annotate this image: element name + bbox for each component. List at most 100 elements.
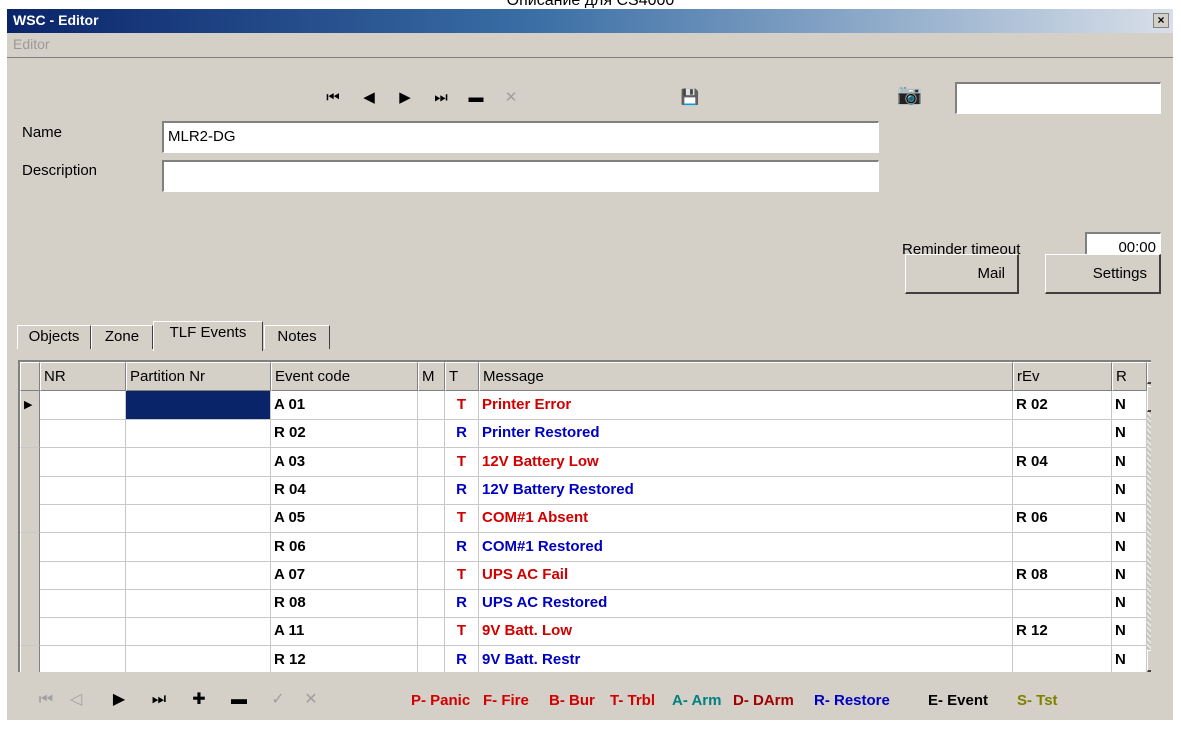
rev-cell[interactable] <box>1013 419 1112 449</box>
table-row[interactable]: A 07 T UPS AC Fail R 08 N <box>20 560 1147 590</box>
mail-button[interactable]: Mail <box>905 254 1019 294</box>
tab-objects[interactable]: Objects <box>17 325 91 349</box>
rev-cell[interactable] <box>1013 589 1112 619</box>
message-cell[interactable]: Printer Error <box>479 391 1013 420</box>
delete-record-button[interactable]: ▬ <box>463 88 489 108</box>
scroll-thumb[interactable] <box>1147 386 1151 412</box>
nr-cell[interactable] <box>40 447 126 477</box>
t-cell[interactable]: R <box>445 475 479 505</box>
partition-cell[interactable] <box>126 617 271 647</box>
message-cell[interactable]: 9V Batt. Restr <box>479 645 1013 672</box>
r-cell[interactable]: N <box>1112 560 1147 590</box>
rev-cell[interactable]: R 04 <box>1013 447 1112 477</box>
t-cell[interactable]: R <box>445 532 479 562</box>
t-cell[interactable]: R <box>445 419 479 449</box>
event-code-cell[interactable]: A 07 <box>271 560 418 590</box>
t-cell[interactable]: T <box>445 560 479 590</box>
nr-cell[interactable] <box>40 419 126 449</box>
partition-cell[interactable] <box>126 532 271 562</box>
t-cell[interactable]: R <box>445 645 479 672</box>
column-header-t[interactable]: T <box>445 362 479 391</box>
column-header-partition-nr[interactable]: Partition Nr <box>126 362 271 391</box>
r-cell[interactable]: N <box>1112 645 1147 672</box>
rev-cell[interactable]: R 06 <box>1013 504 1112 534</box>
event-code-cell[interactable]: A 05 <box>271 504 418 534</box>
m-cell[interactable] <box>418 589 445 619</box>
cancel-row-button[interactable]: ✕ <box>297 690 325 710</box>
description-field[interactable] <box>162 160 879 192</box>
event-code-cell[interactable]: A 11 <box>271 617 418 647</box>
prev-row-button[interactable]: ◁ <box>62 690 90 710</box>
table-row[interactable]: A 11 T 9V Batt. Low R 12 N <box>20 617 1147 647</box>
event-code-cell[interactable]: A 01 <box>271 391 418 420</box>
tab-zone[interactable]: Zone <box>91 325 153 349</box>
partition-cell[interactable] <box>126 560 271 590</box>
partition-cell[interactable] <box>126 391 271 420</box>
message-cell[interactable]: 9V Batt. Low <box>479 617 1013 647</box>
cancel-edit-button[interactable]: ✕ <box>498 88 524 108</box>
events-grid[interactable]: ▲ ▼ NRPartition NrEvent codeMTMessagerEv… <box>18 360 1151 672</box>
save-record-button[interactable]: 💾 <box>677 88 703 108</box>
event-code-cell[interactable]: R 02 <box>271 419 418 449</box>
message-cell[interactable]: COM#1 Restored <box>479 532 1013 562</box>
event-code-cell[interactable]: R 12 <box>271 645 418 672</box>
settings-button[interactable]: Settings <box>1045 254 1161 294</box>
event-code-cell[interactable]: A 03 <box>271 447 418 477</box>
scroll-up-icon[interactable]: ▲ <box>1147 362 1151 384</box>
r-cell[interactable]: N <box>1112 504 1147 534</box>
m-cell[interactable] <box>418 504 445 534</box>
column-header-message[interactable]: Message <box>479 362 1013 391</box>
message-cell[interactable]: COM#1 Absent <box>479 504 1013 534</box>
vertical-scrollbar[interactable]: ▲ ▼ <box>1147 362 1151 672</box>
m-cell[interactable] <box>418 419 445 449</box>
partition-cell[interactable] <box>126 447 271 477</box>
partition-cell[interactable] <box>126 645 271 672</box>
nr-cell[interactable] <box>40 617 126 647</box>
event-code-cell[interactable]: R 04 <box>271 475 418 505</box>
r-cell[interactable]: N <box>1112 589 1147 619</box>
next-row-button[interactable]: ▶ <box>105 690 133 710</box>
partition-cell[interactable] <box>126 589 271 619</box>
rev-cell[interactable] <box>1013 532 1112 562</box>
t-cell[interactable]: T <box>445 617 479 647</box>
camera-field[interactable] <box>955 82 1161 114</box>
r-cell[interactable]: N <box>1112 617 1147 647</box>
table-row[interactable]: R 08 R UPS AC Restored N <box>20 589 1147 619</box>
r-cell[interactable]: N <box>1112 419 1147 449</box>
r-cell[interactable]: N <box>1112 391 1147 420</box>
nr-cell[interactable] <box>40 475 126 505</box>
insert-row-button[interactable]: ✚ <box>185 690 213 710</box>
nr-cell[interactable] <box>40 645 126 672</box>
m-cell[interactable] <box>418 560 445 590</box>
next-record-button[interactable]: ▶ <box>392 88 418 108</box>
table-row[interactable]: R 04 R 12V Battery Restored N <box>20 475 1147 505</box>
menu-editor[interactable]: Editor <box>13 36 50 52</box>
t-cell[interactable]: T <box>445 391 479 420</box>
first-record-button[interactable]: ⏮ <box>320 88 346 108</box>
table-row[interactable]: R 12 R 9V Batt. Restr N <box>20 645 1147 672</box>
scroll-down-icon[interactable]: ▼ <box>1147 650 1151 672</box>
nr-cell[interactable] <box>40 504 126 534</box>
m-cell[interactable] <box>418 391 445 420</box>
event-code-cell[interactable]: R 08 <box>271 589 418 619</box>
partition-cell[interactable] <box>126 475 271 505</box>
column-header-m[interactable]: M <box>418 362 445 391</box>
rev-cell[interactable] <box>1013 645 1112 672</box>
r-cell[interactable]: N <box>1112 475 1147 505</box>
column-header-r[interactable]: R <box>1112 362 1147 391</box>
message-cell[interactable]: 12V Battery Low <box>479 447 1013 477</box>
rev-cell[interactable]: R 12 <box>1013 617 1112 647</box>
name-field[interactable]: MLR2-DG <box>162 121 879 153</box>
t-cell[interactable]: T <box>445 504 479 534</box>
t-cell[interactable]: R <box>445 589 479 619</box>
first-row-button[interactable]: ⏮ <box>32 690 60 710</box>
nr-cell[interactable] <box>40 589 126 619</box>
table-row[interactable]: R 06 R COM#1 Restored N <box>20 532 1147 562</box>
column-header-rev[interactable]: rEv <box>1013 362 1112 391</box>
m-cell[interactable] <box>418 447 445 477</box>
table-row[interactable]: A 03 T 12V Battery Low R 04 N <box>20 447 1147 477</box>
table-row[interactable]: R 02 R Printer Restored N <box>20 419 1147 449</box>
tab-tlf-events[interactable]: TLF Events <box>153 321 263 351</box>
r-cell[interactable]: N <box>1112 447 1147 477</box>
rev-cell[interactable]: R 08 <box>1013 560 1112 590</box>
